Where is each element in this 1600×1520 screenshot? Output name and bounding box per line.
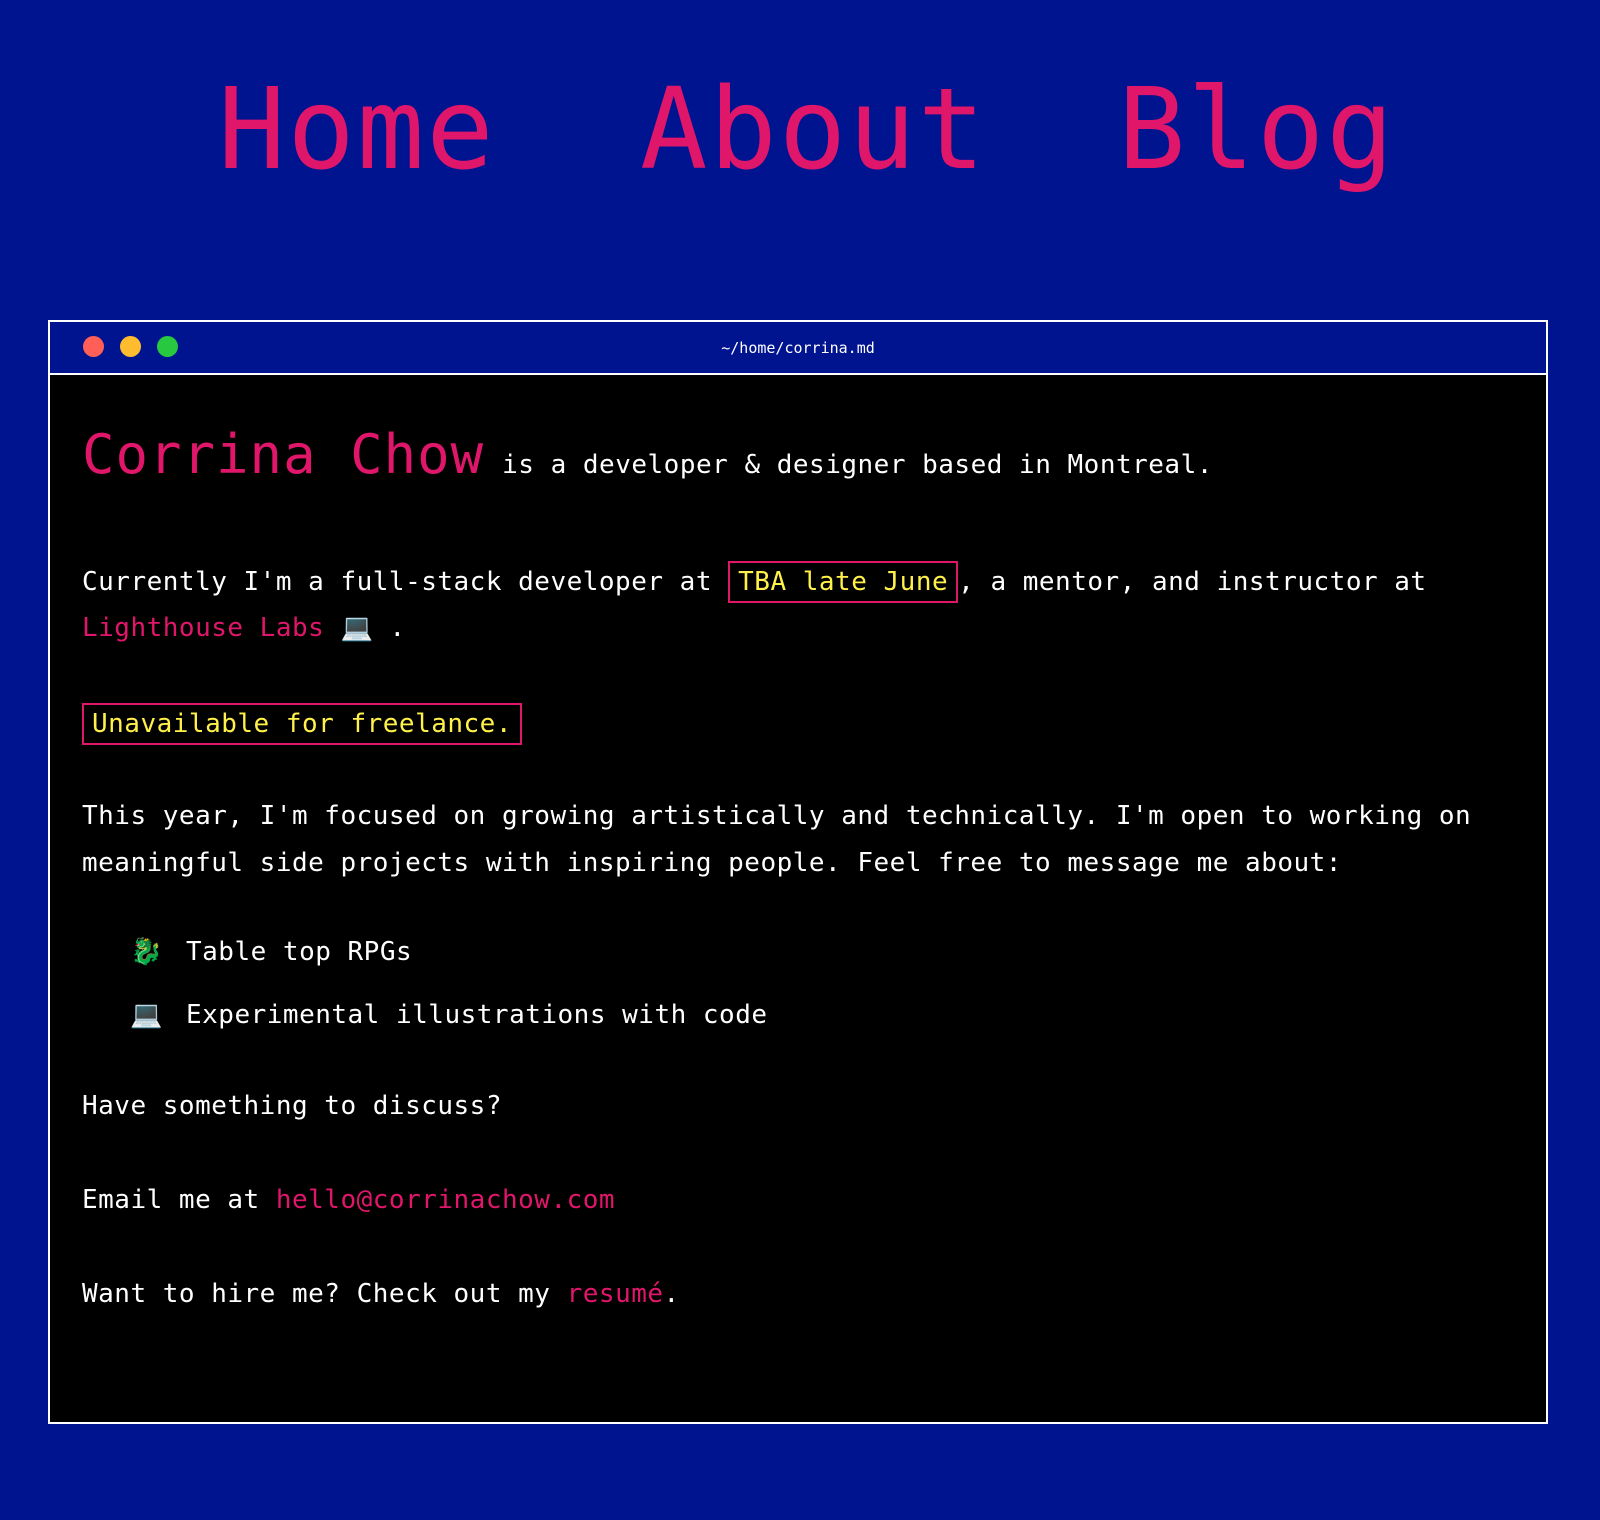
intro-prefix: Currently I'm a full-stack developer at [82, 567, 712, 597]
list-item: 🐉 Table top RPGs [130, 937, 412, 967]
focus-line-1: This year, I'm focused on growing artist… [82, 801, 1472, 831]
email-prefix: Email me at [82, 1185, 260, 1215]
employer-badge: TBA late June [728, 561, 959, 603]
email-line: Email me at hello@corrinachow.com [82, 1185, 615, 1215]
hire-line: Want to hire me? Check out my resumé. [82, 1279, 680, 1309]
list-item: 💻 Experimental illustrations with code [130, 1000, 768, 1030]
hire-suffix: . [663, 1279, 680, 1309]
laptop-icon: 💻 [340, 613, 374, 643]
nav-home-link[interactable]: Home [218, 60, 496, 200]
intro-middle: , a mentor, and instructor at [958, 567, 1427, 597]
discuss-line: Have something to discuss? [82, 1091, 502, 1121]
lighthouse-labs-link[interactable]: Lighthouse Labs [82, 613, 324, 643]
focus-line-2: meaningful side projects with inspiring … [82, 848, 1342, 878]
laptop-icon: 💻 [130, 1000, 163, 1030]
hero-tagline: is a developer & designer based in Montr… [502, 450, 1213, 480]
availability-line: Unavailable for freelance. [82, 703, 522, 745]
topic-label: Table top RPGs [186, 937, 413, 967]
nav-about-link[interactable]: About [640, 60, 987, 200]
resume-link[interactable]: resumé [567, 1279, 664, 1309]
nav-blog-link[interactable]: Blog [1118, 60, 1396, 200]
email-link[interactable]: hello@corrinachow.com [276, 1185, 615, 1215]
hero: Corrina Chow is a developer & designer ba… [82, 423, 1213, 486]
window-title: ~/home/corrina.md [721, 339, 875, 357]
hero-name: Corrina Chow [82, 423, 485, 486]
intro-line-2: Lighthouse Labs 💻 . [82, 613, 406, 643]
availability-badge: Unavailable for freelance. [82, 703, 522, 745]
terminal-window: ~/home/corrina.md Corrina Chow is a devel… [48, 320, 1548, 1424]
main-nav: Home About Blog [0, 60, 1600, 200]
topic-label: Experimental illustrations with code [186, 1000, 768, 1030]
dragon-icon: 🐉 [130, 937, 163, 967]
intro-line-1: Currently I'm a full-stack developer at … [82, 561, 1427, 603]
window-titlebar: ~/home/corrina.md [50, 322, 1546, 375]
hire-prefix: Want to hire me? Check out my [82, 1279, 551, 1309]
intro-suffix: . [389, 613, 406, 643]
